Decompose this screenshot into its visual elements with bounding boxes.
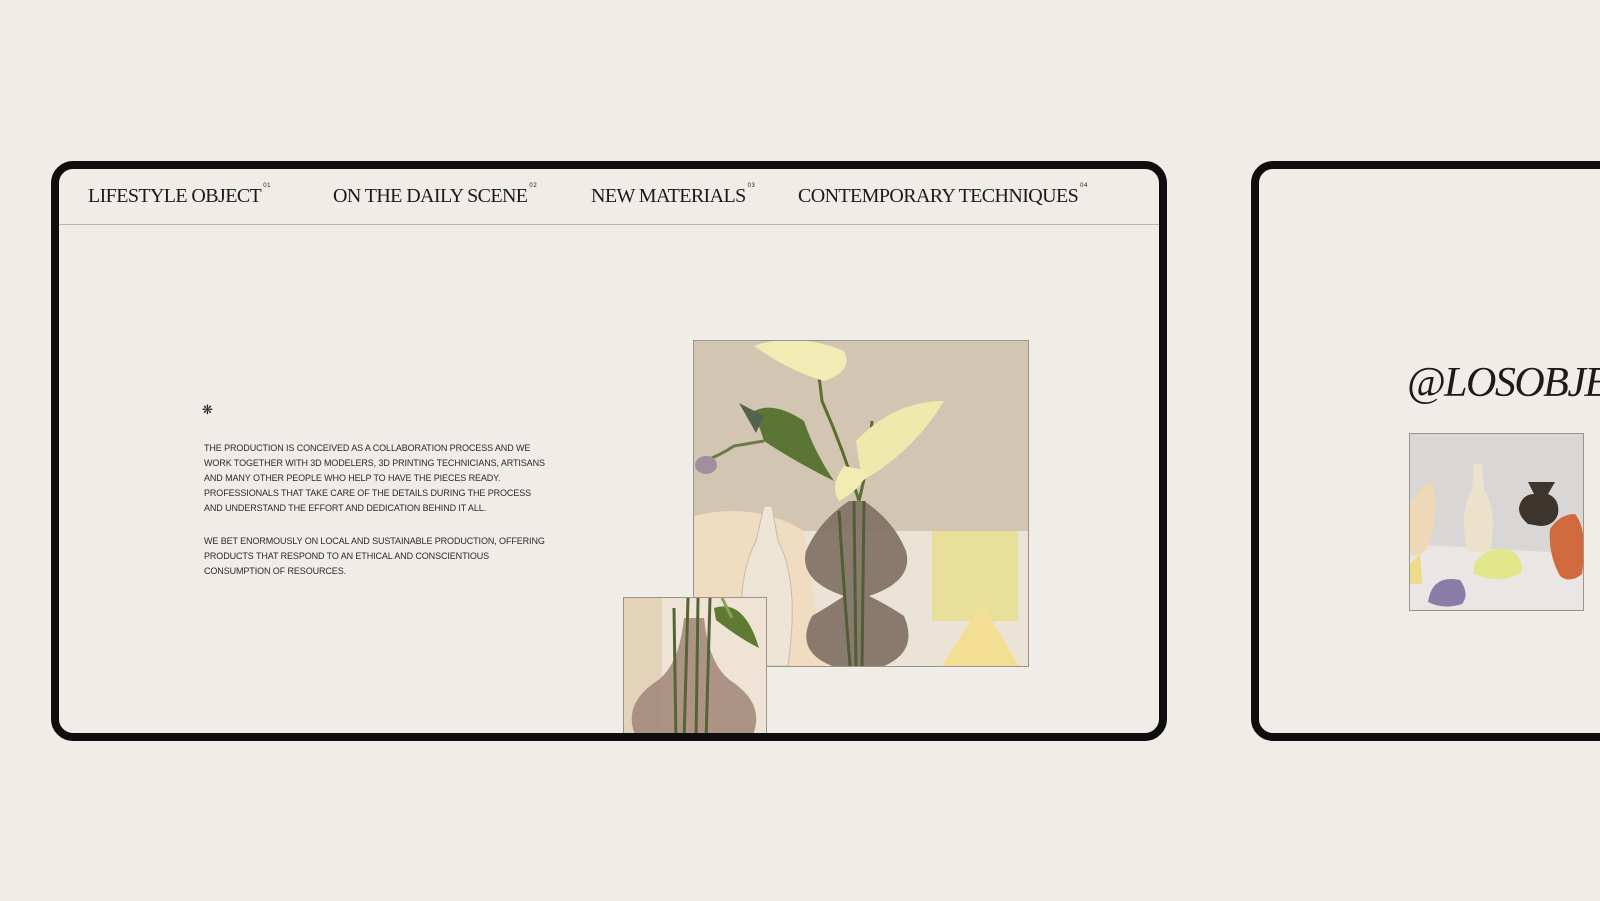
instagram-handle[interactable]: @LOSOBJETOS <box>1407 359 1600 407</box>
main-device-frame: LIFESTYLE OBJECT 01 ON THE DAILY SCENE 02 … <box>51 161 1167 741</box>
top-navigation: LIFESTYLE OBJECT 01 ON THE DAILY SCENE 02 … <box>59 169 1159 225</box>
nav-number: 04 <box>1080 183 1088 189</box>
nav-label: LIFESTYLE OBJECT <box>88 185 262 207</box>
sustainability-paragraph: WE BET ENORMOUSLY ON LOCAL AND SUSTAINAB… <box>204 536 545 576</box>
nav-item-on-the-daily-scene[interactable]: ON THE DAILY SCENE 02 <box>333 183 538 208</box>
nav-item-new-materials[interactable]: NEW MATERIALS 03 <box>591 183 756 208</box>
vase-detail-photo <box>623 597 767 733</box>
nav-number: 02 <box>529 183 538 189</box>
nav-item-contemporary-techniques[interactable]: CONTEMPORARY TECHNIQUES 04 <box>798 183 1088 208</box>
nav-number: 01 <box>263 183 272 189</box>
ceramic-objects-photo <box>1409 433 1584 611</box>
nav-number: 03 <box>747 183 756 189</box>
nav-label: CONTEMPORARY TECHNIQUES <box>798 185 1079 207</box>
nav-label: ON THE DAILY SCENE <box>333 185 528 207</box>
intro-paragraph: THE PRODUCTION IS CONCEIVED AS A COLLABO… <box>204 443 545 513</box>
asterisk-icon: ❋ <box>202 402 213 417</box>
side-device-frame: @LOSOBJETOS <box>1251 161 1600 741</box>
nav-item-lifestyle-object[interactable]: LIFESTYLE OBJECT 01 <box>88 183 272 208</box>
nav-label: NEW MATERIALS <box>591 185 746 207</box>
